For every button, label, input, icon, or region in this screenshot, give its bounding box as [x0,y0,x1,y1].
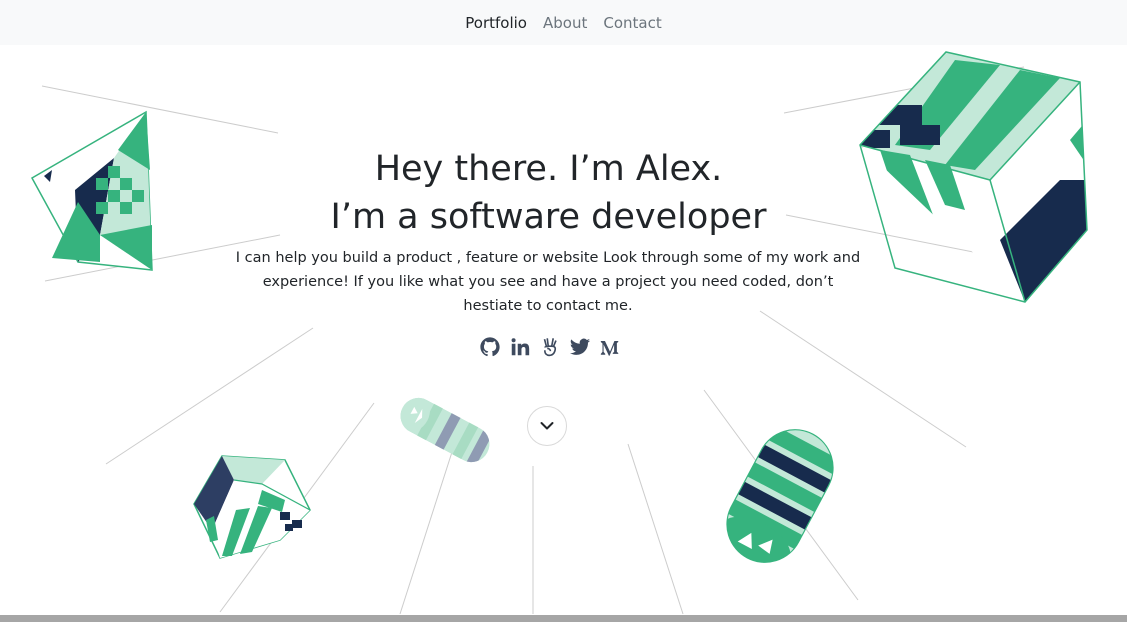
small-cube-decoration [193,455,311,559]
angellist-icon[interactable] [539,336,561,358]
nav-about[interactable]: About [543,14,587,32]
bottom-divider [0,615,1127,622]
github-icon[interactable] [479,336,501,358]
nav-portfolio[interactable]: Portfolio [465,14,527,32]
twitter-icon[interactable] [569,336,591,358]
linkedin-icon[interactable] [509,336,531,358]
large-pill-decoration [713,416,847,576]
scroll-down-button[interactable] [527,406,567,446]
hero-title-line2: I’m a software developer [330,197,767,237]
nav-contact[interactable]: Contact [603,14,661,32]
social-links [479,336,621,358]
small-pill-decoration [394,391,496,469]
top-navbar: Portfolio About Contact [0,0,1127,45]
hero-lead: I can help you build a product , feature… [235,250,861,314]
chevron-down-icon [540,422,554,430]
medium-icon[interactable] [599,336,621,358]
hero-title-line1: Hey there. I’m Alex. [374,149,723,189]
